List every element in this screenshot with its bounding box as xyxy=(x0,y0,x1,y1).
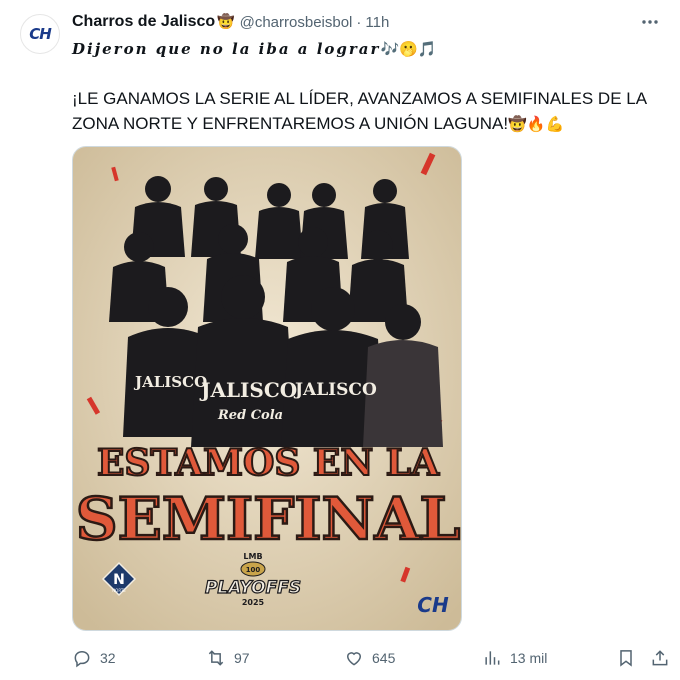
repost-icon xyxy=(208,650,224,666)
bookmark-icon xyxy=(620,650,632,667)
like-button[interactable]: 645 xyxy=(344,644,395,672)
zone-badge-label: NORTE xyxy=(112,588,126,593)
reply-count: 32 xyxy=(100,650,116,666)
author-name[interactable]: Charros de Jalisco xyxy=(72,13,215,31)
bookmark-button[interactable] xyxy=(612,644,640,672)
reply-button[interactable]: 32 xyxy=(72,644,116,672)
tweet-text-body: ¡LE GANAMOS LA SERIE AL LÍDER, AVANZAMOS… xyxy=(72,86,657,137)
playoffs-label: PLAYOFFS xyxy=(205,578,301,598)
more-options-button[interactable] xyxy=(636,10,664,34)
music-notes-emoji: 🎶🫢🎵 xyxy=(380,40,437,58)
avatar-logo-text: CH xyxy=(29,25,52,43)
jersey-text-2: JALISCO xyxy=(199,378,297,402)
reply-icon xyxy=(74,650,90,668)
more-dots-icon xyxy=(642,20,658,24)
poster-headline: ESTAMOS EN LA SEMIFINAL xyxy=(74,441,461,554)
tweet-media-image[interactable]: JALISCO JALISCO JALISCO Red Cola ESTAMOS… xyxy=(72,146,462,631)
author-name-emoji: 🤠 xyxy=(217,14,235,30)
playoffs-year: 2025 xyxy=(242,598,265,607)
views-count: 13 mil xyxy=(510,650,548,666)
tweet-actions-bar: 32 97 645 13 mil xyxy=(72,644,668,672)
share-icon xyxy=(652,650,668,666)
share-button[interactable] xyxy=(646,644,674,672)
like-icon xyxy=(346,652,362,666)
jersey-sponsor: Red Cola xyxy=(217,408,283,423)
jersey-text-1: JALISCO xyxy=(133,373,207,391)
headline-line-2: SEMIFINAL xyxy=(76,485,461,553)
tweet-text-line-1: Dijeron que no la iba a lograr🎶🫢🎵 xyxy=(72,40,436,58)
timestamp[interactable]: 11h xyxy=(365,14,389,31)
jersey-text-3: JALISCO xyxy=(293,380,377,400)
views-icon xyxy=(485,651,500,665)
repost-button[interactable]: 97 xyxy=(206,644,250,672)
tweet-card[interactable]: CH Charros de Jalisco 🤠 @charrosbeisbol … xyxy=(0,0,680,680)
separator-dot: · xyxy=(356,13,362,31)
repost-count: 97 xyxy=(234,650,250,666)
avatar[interactable]: CH xyxy=(20,14,60,54)
tweet-text-emoji: 🤠🔥💪 xyxy=(508,115,565,133)
views-button[interactable]: 13 mil xyxy=(482,644,547,672)
zone-badge-letter: N xyxy=(113,572,125,588)
headline-line-1: ESTAMOS EN LA xyxy=(97,442,440,484)
playoffs-badge-top: LMB xyxy=(243,552,262,561)
team-logo: CH xyxy=(417,593,449,617)
like-count: 645 xyxy=(372,650,396,666)
tweet-header: Charros de Jalisco 🤠 @charrosbeisbol · 1… xyxy=(72,12,389,32)
playoffs-badge-center: 100 xyxy=(246,566,261,574)
author-handle[interactable]: @charrosbeisbol xyxy=(240,14,353,31)
tweet-text-italic: Dijeron que no la iba a lograr xyxy=(72,40,381,58)
semifinal-poster: JALISCO JALISCO JALISCO Red Cola ESTAMOS… xyxy=(73,147,461,630)
